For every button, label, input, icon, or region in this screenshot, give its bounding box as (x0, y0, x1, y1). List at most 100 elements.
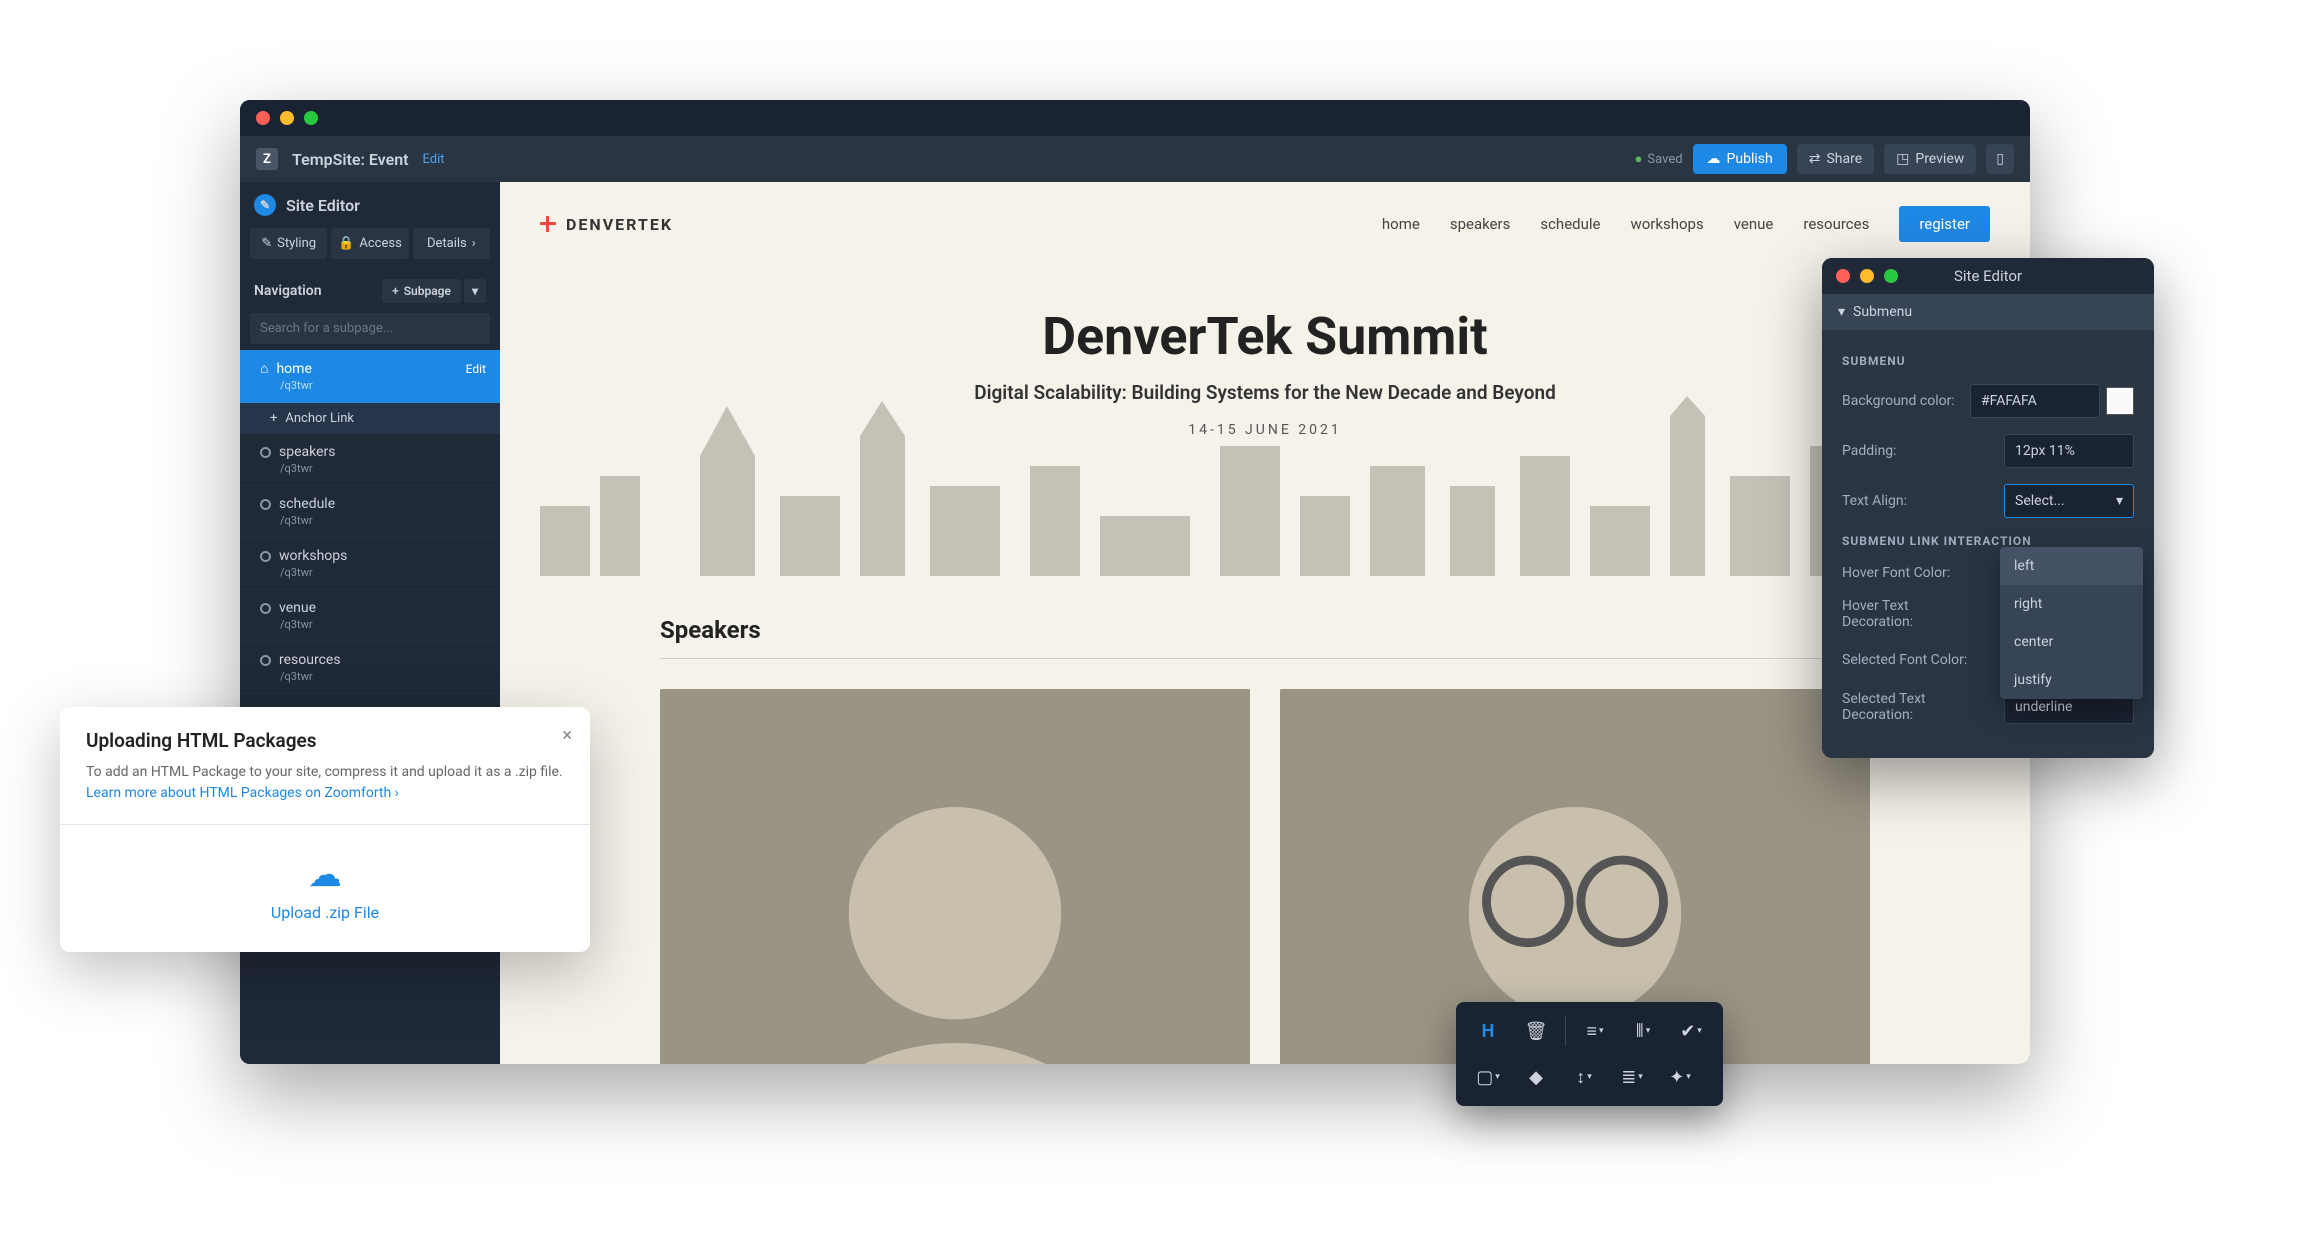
tab-details[interactable]: Details› (413, 228, 490, 259)
nav-item-path: /q3twr (280, 462, 486, 475)
maximize-icon[interactable] (304, 111, 318, 125)
heading-button[interactable]: H (1466, 1012, 1510, 1050)
dropdown-option-right[interactable]: right (2000, 585, 2143, 623)
pencil-icon: ✎ (254, 194, 276, 216)
color-swatch[interactable] (2106, 387, 2134, 415)
add-subpage-button[interactable]: +Subpage (382, 279, 461, 303)
nav-item-home[interactable]: ⌂home Edit /q3twr (240, 350, 500, 403)
dropdown-option-justify[interactable]: justify (2000, 661, 2143, 699)
publish-label: Publish (1727, 151, 1773, 167)
share-button[interactable]: ⇄ Share (1797, 144, 1874, 174)
device-preview-button[interactable]: ▯ (1986, 144, 2014, 174)
drop-icon: ◆ (1529, 1067, 1543, 1088)
subpage-button-group: +Subpage ▾ (382, 279, 486, 303)
chevron-down-icon: ▾ (1646, 1026, 1651, 1036)
sidebar-tabs: ✎Styling 🔒Access Details› (240, 228, 500, 259)
upload-html-modal: × Uploading HTML Packages To add an HTML… (60, 707, 590, 952)
sidebar-header: ✎ Site Editor (240, 182, 500, 228)
register-button[interactable]: register (1899, 206, 1990, 242)
add-anchor-link-button[interactable]: +Anchor Link (240, 403, 500, 434)
minimize-icon[interactable] (280, 111, 294, 125)
speakers-heading: Speakers (660, 616, 1870, 659)
hover-font-label: Hover Font Color: (1842, 565, 1950, 581)
nav-item-label: workshops (279, 548, 347, 564)
search-subpage-input[interactable]: Search for a subpage... (250, 313, 490, 344)
line-height-button[interactable]: ↕▾ (1562, 1058, 1606, 1096)
select-value: Select... (2015, 493, 2065, 509)
home-icon: ⌂ (260, 360, 268, 377)
plus-icon: + (392, 284, 399, 298)
site-header: DENVERTEK home speakers schedule worksho… (500, 182, 2030, 266)
preview-button[interactable]: ◳ Preview (1884, 144, 1976, 174)
padding-input[interactable]: 12px 11% (2004, 434, 2134, 468)
nav-link-home[interactable]: home (1382, 215, 1420, 233)
chevron-right-icon: › (472, 236, 476, 251)
nav-link-speakers[interactable]: speakers (1450, 215, 1511, 233)
preview-label: Preview (1915, 151, 1964, 167)
nav-item-schedule[interactable]: schedule /q3twr (240, 486, 500, 538)
delete-button[interactable]: 🗑 (1514, 1012, 1558, 1050)
text-align-dropdown: left right center justify (2000, 547, 2143, 699)
upload-modal-description: To add an HTML Package to your site, com… (86, 762, 564, 804)
line-height-icon: ↕ (1576, 1067, 1585, 1088)
inspector-tab-submenu[interactable]: ▾ Submenu (1822, 294, 2154, 330)
dropdown-option-center[interactable]: center (2000, 623, 2143, 661)
publish-button[interactable]: ☁ Publish (1693, 144, 1787, 174)
speaker-card[interactable] (660, 689, 1250, 1064)
dropdown-option-left[interactable]: left (2000, 547, 2143, 585)
chevron-down-icon: ▾ (1495, 1072, 1500, 1082)
nav-item-speakers[interactable]: speakers /q3twr (240, 434, 500, 486)
nav-link-resources[interactable]: resources (1803, 215, 1869, 233)
text-align-select[interactable]: Select... ▾ (2004, 484, 2134, 518)
close-modal-button[interactable]: × (562, 725, 572, 746)
columns-icon: ⦀ (1636, 1021, 1644, 1042)
bullet-icon (260, 447, 271, 458)
nav-item-path: /q3twr (280, 566, 486, 579)
nav-item-label: venue (279, 600, 316, 616)
nav-item-venue[interactable]: venue /q3twr (240, 590, 500, 642)
edit-title-link[interactable]: Edit (423, 152, 445, 167)
nav-item-resources[interactable]: resources /q3twr (240, 642, 500, 694)
fill-button[interactable]: ◆ (1514, 1058, 1558, 1096)
inspector-titlebar: Site Editor (1822, 258, 2154, 294)
chevron-down-icon: ▾ (2116, 493, 2123, 509)
learn-more-link[interactable]: Learn more about HTML Packages on Zoomfo… (86, 785, 399, 801)
toolbar-row-1: H 🗑 ≡▾ ⦀▾ ✔▾ (1466, 1012, 1713, 1050)
navigation-header: Navigation +Subpage ▾ (240, 269, 500, 313)
upload-dropzone[interactable]: ☁ Upload .zip File (60, 824, 590, 952)
close-icon[interactable] (256, 111, 270, 125)
app-logo-icon: Z (256, 148, 278, 170)
align-button[interactable]: ≡▾ (1573, 1012, 1617, 1050)
formatting-toolbar: H 🗑 ≡▾ ⦀▾ ✔▾ ▢▾ ◆ ↕▾ ≣▾ ✦▾ (1456, 1002, 1723, 1106)
nav-item-path: /q3twr (280, 618, 486, 631)
mobile-icon: ▯ (1996, 151, 2004, 167)
bg-color-input[interactable]: #FAFAFA (1970, 384, 2100, 418)
separator (1565, 1016, 1566, 1046)
skyline-illustration (500, 396, 2000, 576)
nav-link-schedule[interactable]: schedule (1540, 215, 1600, 233)
brush-icon: ✎ (261, 236, 272, 251)
hero-title: DenverTek Summit (540, 306, 1990, 367)
justify-button[interactable]: ≣▾ (1610, 1058, 1654, 1096)
nav-item-edit-link[interactable]: Edit (466, 362, 486, 376)
magic-button[interactable]: ✦▾ (1658, 1058, 1702, 1096)
nav-item-path: /q3twr (280, 379, 486, 392)
chevron-down-icon: ▾ (1599, 1026, 1604, 1036)
site-brand[interactable]: DENVERTEK (540, 215, 673, 234)
window-titlebar (240, 100, 2030, 136)
inspector-tab-label: Submenu (1853, 304, 1912, 320)
hover-decoration-label: Hover Text Decoration: (1842, 598, 1972, 630)
chevron-down-icon: ▾ (1838, 304, 1845, 320)
border-button[interactable]: ▢▾ (1466, 1058, 1510, 1096)
anchor-link-label: Anchor Link (285, 411, 354, 426)
section-submenu-title: SUBMENU (1842, 354, 2134, 368)
tab-styling[interactable]: ✎Styling (250, 228, 327, 259)
tab-access[interactable]: 🔒Access (331, 228, 408, 259)
nav-link-workshops[interactable]: workshops (1630, 215, 1703, 233)
subpage-dropdown-button[interactable]: ▾ (464, 279, 486, 303)
nav-item-path: /q3twr (280, 514, 486, 527)
nav-item-workshops[interactable]: workshops /q3twr (240, 538, 500, 590)
nav-link-venue[interactable]: venue (1734, 215, 1774, 233)
color-brush-button[interactable]: ✔▾ (1669, 1012, 1713, 1050)
columns-button[interactable]: ⦀▾ (1621, 1012, 1665, 1050)
